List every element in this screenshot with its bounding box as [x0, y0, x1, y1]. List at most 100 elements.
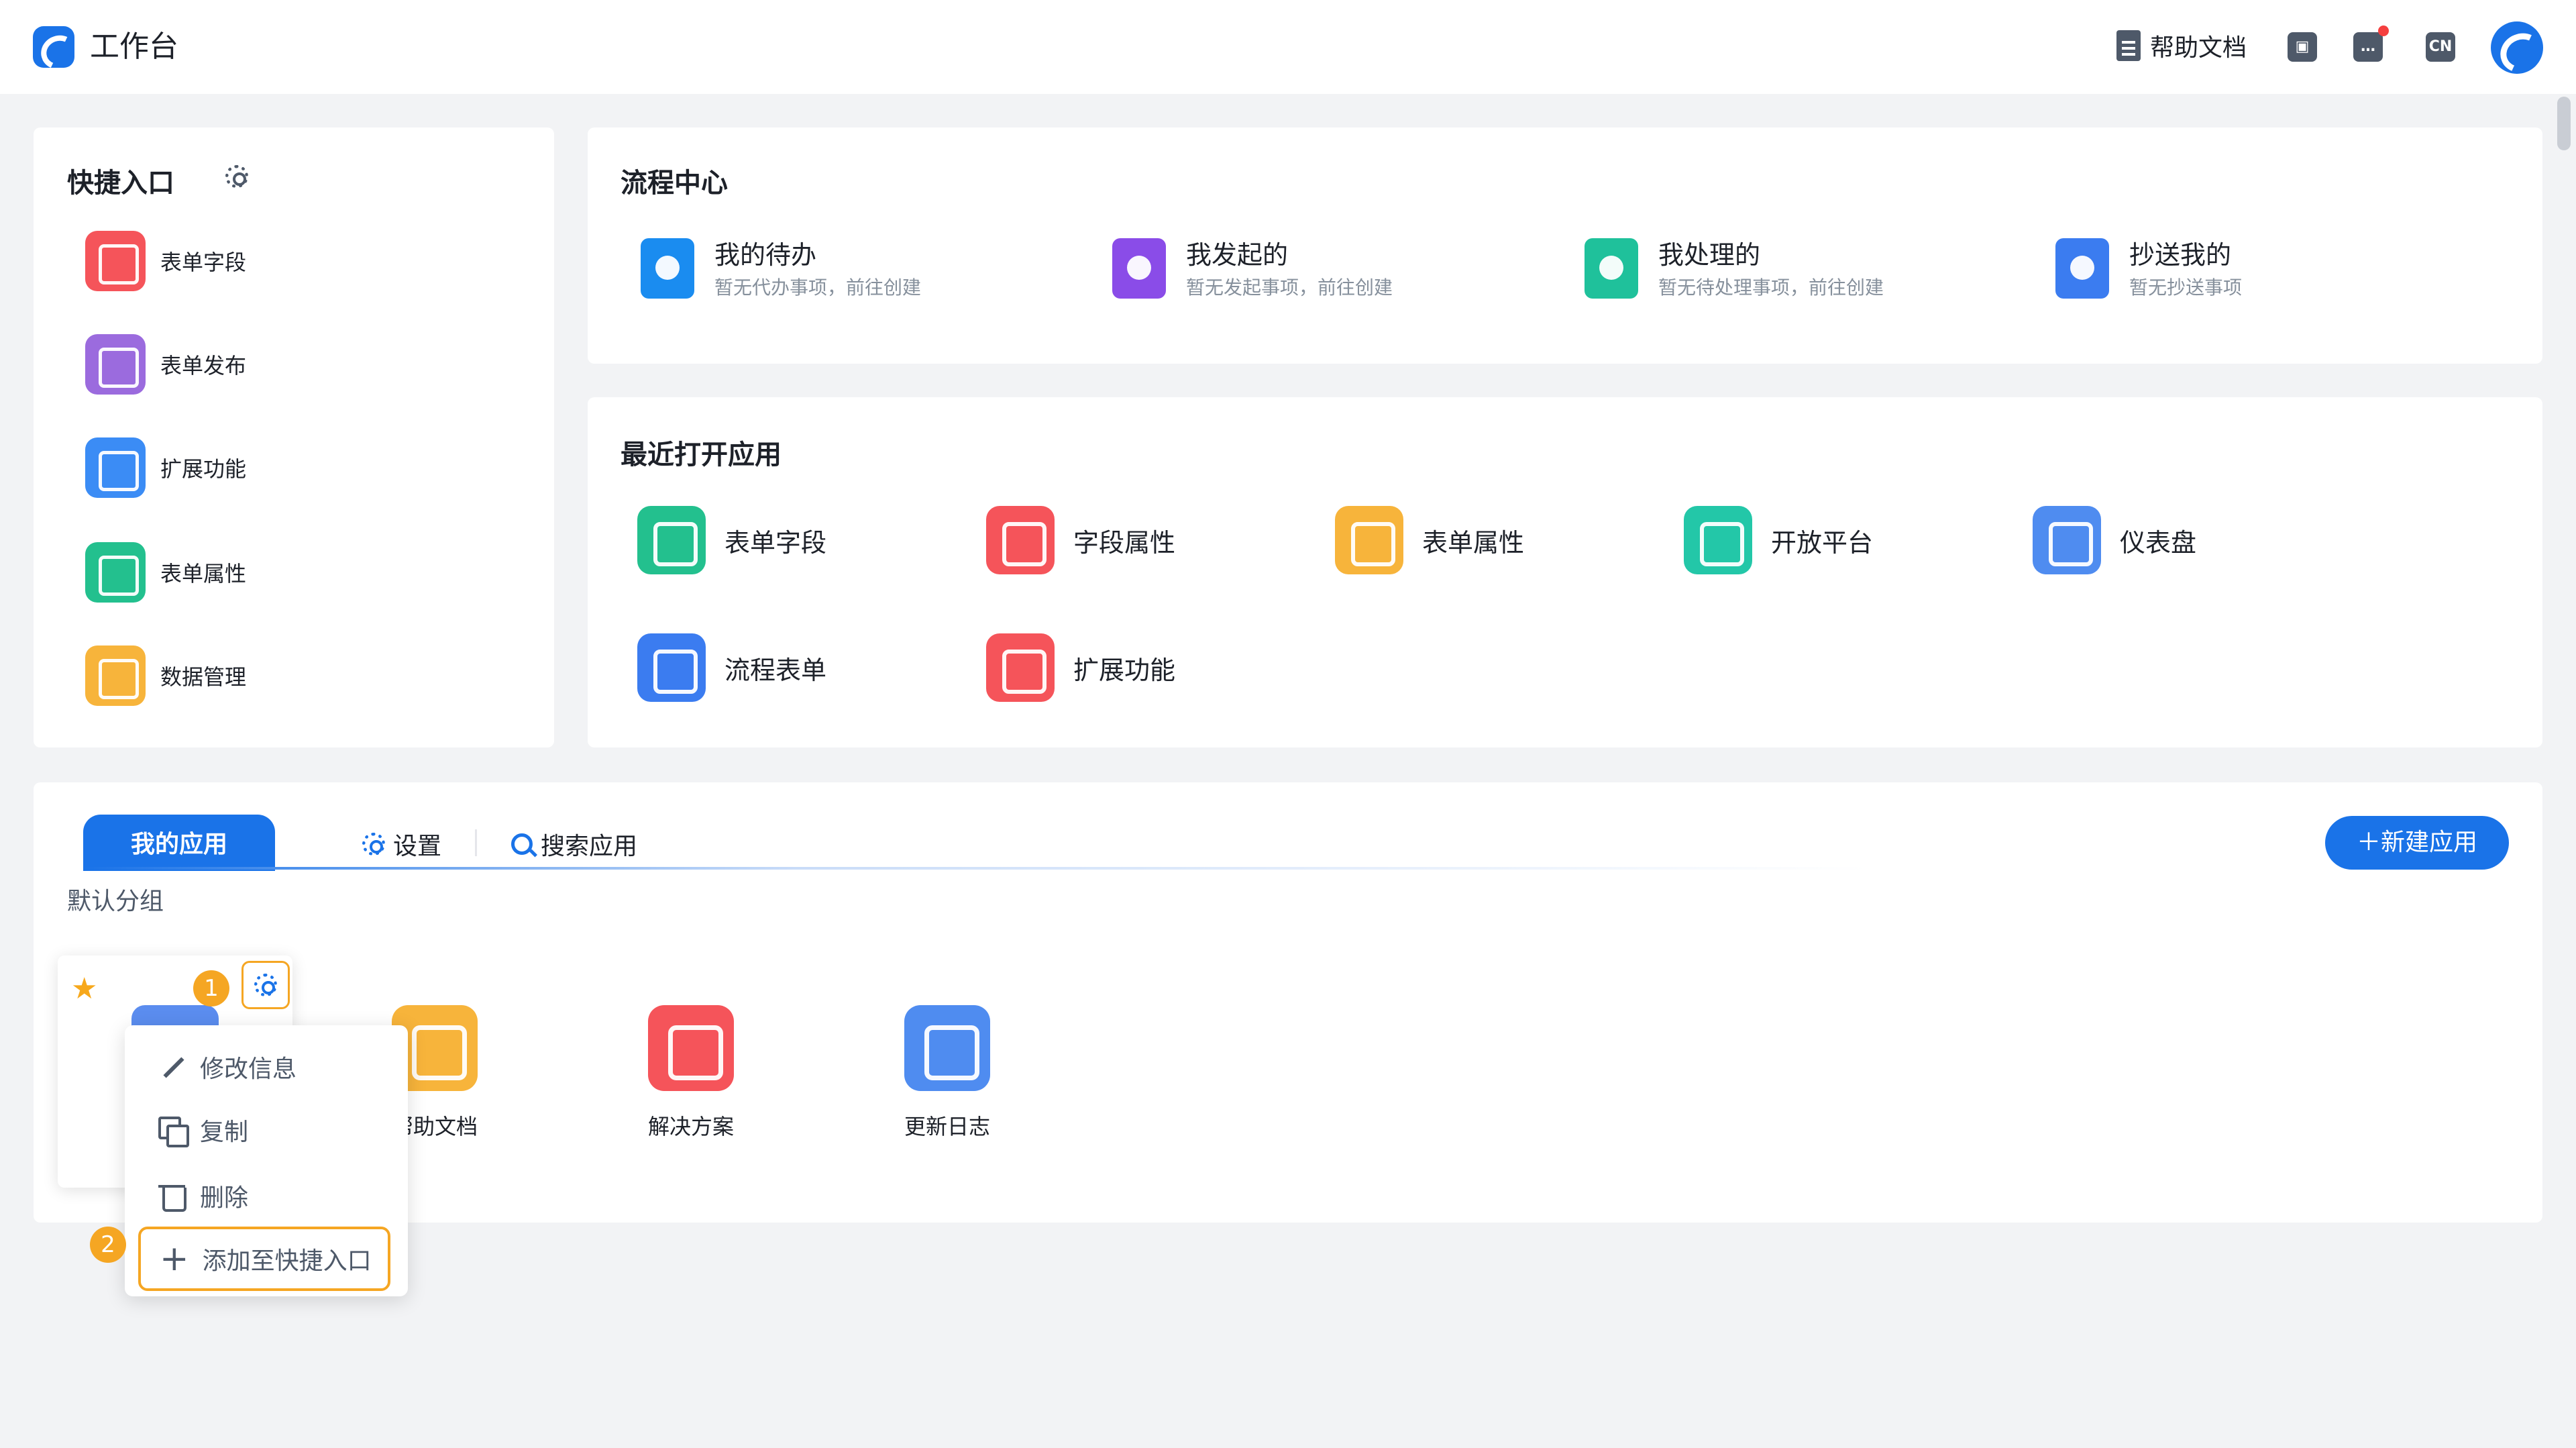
app-icon: [85, 645, 146, 706]
process-label: 我发起的: [1186, 240, 1289, 270]
gear-icon: [254, 974, 277, 996]
send-icon: [2055, 238, 2109, 299]
process-subtext: 暂无代办事项，前往创建: [714, 276, 922, 299]
app-icon: [904, 1005, 990, 1091]
play-icon: [1112, 238, 1166, 299]
process-label: 我的待办: [714, 240, 817, 270]
settings-icon: [362, 833, 385, 856]
app-icon: [1684, 506, 1752, 574]
recent-apps-card: [588, 397, 2542, 747]
check-doc-icon: [1585, 238, 1638, 299]
recent-app-label: 扩展功能: [1073, 655, 1176, 685]
app-icon: [1335, 506, 1403, 574]
recent-app-item[interactable]: 开放平台: [1684, 506, 1873, 574]
app-tile[interactable]: 解决方案: [617, 1005, 765, 1141]
tab-my-apps[interactable]: 我的应用: [83, 815, 275, 871]
divider: [475, 829, 477, 856]
quick-entry-item[interactable]: 表单属性: [85, 542, 246, 603]
process-center-title: 流程中心: [621, 168, 728, 199]
menu-copy-label: 复制: [200, 1119, 249, 1146]
plus-icon: +: [160, 1239, 189, 1279]
edit-icon: [158, 1053, 185, 1080]
quick-entry-item[interactable]: 表单发布: [85, 334, 246, 395]
menu-delete-label: 删除: [200, 1184, 249, 1212]
app-icon: [85, 437, 146, 498]
scrollbar[interactable]: [2557, 97, 2571, 150]
message-icon[interactable]: …: [2353, 32, 2383, 62]
add-to-quick-entry-label: 添加至快捷入口: [202, 1247, 372, 1275]
doc-icon: [2116, 30, 2141, 61]
notification-dot: [2378, 25, 2389, 36]
app-icon: [85, 542, 146, 603]
language-icon[interactable]: CN: [2426, 32, 2455, 62]
recent-app-item[interactable]: 流程表单: [637, 633, 826, 702]
add-to-quick-entry-button[interactable]: + 添加至快捷入口: [138, 1227, 390, 1291]
process-item[interactable]: 抄送我的 暂无抄送事项: [2055, 238, 2242, 301]
top-bar: 工作台 帮助文档 ▣ … CN: [0, 0, 2576, 94]
menu-edit-info[interactable]: 修改信息: [158, 1049, 297, 1084]
recent-app-item[interactable]: 表单属性: [1335, 506, 1524, 574]
settings-label: 设置: [393, 833, 442, 860]
avatar[interactable]: [2491, 21, 2543, 74]
recent-app-item[interactable]: 表单字段: [637, 506, 826, 574]
quick-entry-item[interactable]: 表单字段: [85, 231, 246, 291]
quick-entry-settings[interactable]: [225, 165, 248, 188]
app-tile[interactable]: 更新日志: [873, 1005, 1021, 1141]
quick-entry-item[interactable]: 扩展功能: [85, 437, 246, 498]
recent-apps-title: 最近打开应用: [621, 439, 782, 470]
menu-edit-label: 修改信息: [200, 1055, 297, 1083]
app-icon: [85, 231, 146, 291]
quick-entry-label: 数据管理: [160, 664, 247, 690]
trash-icon: [158, 1182, 186, 1212]
process-label: 我处理的: [1658, 240, 1761, 270]
recent-app-label: 表单字段: [724, 527, 827, 558]
app-icon: [637, 506, 706, 574]
app-title: 工作台: [90, 30, 178, 64]
process-item[interactable]: 我处理的 暂无待处理事项，前往创建: [1585, 238, 1884, 301]
process-label: 抄送我的: [2129, 240, 2232, 270]
quick-entry-item[interactable]: 数据管理: [85, 645, 246, 706]
group-label: 默认分组: [67, 888, 164, 915]
help-doc-link[interactable]: 帮助文档: [2116, 28, 2247, 63]
contact-icon[interactable]: ▣: [2288, 32, 2317, 62]
menu-copy[interactable]: 复制: [158, 1113, 248, 1147]
gear-icon: [225, 165, 248, 188]
process-text: 我发起的暂无发起事项，前往创建: [1186, 238, 1393, 301]
search-apps-link[interactable]: 搜索应用: [511, 827, 637, 862]
step-badge-2: 2: [90, 1227, 126, 1263]
language-label: CN: [2428, 38, 2453, 55]
app-icon: [637, 633, 706, 702]
menu-delete[interactable]: 删除: [158, 1178, 248, 1213]
new-app-label: 新建应用: [2381, 829, 2478, 856]
recent-app-label: 流程表单: [724, 655, 827, 685]
app-icon: [85, 334, 146, 395]
recent-app-item[interactable]: 扩展功能: [986, 633, 1175, 702]
process-item[interactable]: 我的待办暂无代办事项，前往创建: [641, 238, 921, 301]
process-text: 我处理的 暂无待处理事项，前往创建: [1658, 238, 1884, 301]
logo-icon[interactable]: [33, 26, 74, 68]
star-icon[interactable]: ★: [71, 974, 97, 1004]
quick-entry-label: 表单属性: [160, 561, 247, 586]
app-icon: [2033, 506, 2101, 574]
search-apps-label: 搜索应用: [541, 833, 638, 860]
app-icon: [986, 633, 1055, 702]
app-settings-button[interactable]: [241, 961, 290, 1009]
new-app-button[interactable]: ＋新建应用: [2325, 816, 2509, 870]
recent-app-label: 仪表盘: [2120, 527, 2197, 558]
help-doc-label: 帮助文档: [2150, 34, 2247, 62]
step-badge-1: 1: [193, 970, 229, 1006]
recent-app-item[interactable]: 字段属性: [986, 506, 1175, 574]
app-label: 更新日志: [904, 1114, 990, 1139]
bell-icon: [641, 238, 694, 299]
recent-app-item[interactable]: 仪表盘: [2033, 506, 2196, 574]
quick-entry-label: 表单发布: [160, 353, 247, 378]
app-icon: [648, 1005, 734, 1091]
copy-icon: [158, 1117, 189, 1147]
process-subtext: 暂无发起事项，前往创建: [1186, 276, 1393, 299]
quick-entry-label: 扩展功能: [160, 456, 247, 482]
recent-app-label: 开放平台: [1771, 527, 1874, 558]
recent-app-label: 字段属性: [1073, 527, 1176, 558]
process-text: 我的待办暂无代办事项，前往创建: [714, 238, 921, 301]
settings-link[interactable]: 设置: [362, 827, 441, 862]
process-item[interactable]: 我发起的暂无发起事项，前往创建: [1112, 238, 1393, 301]
